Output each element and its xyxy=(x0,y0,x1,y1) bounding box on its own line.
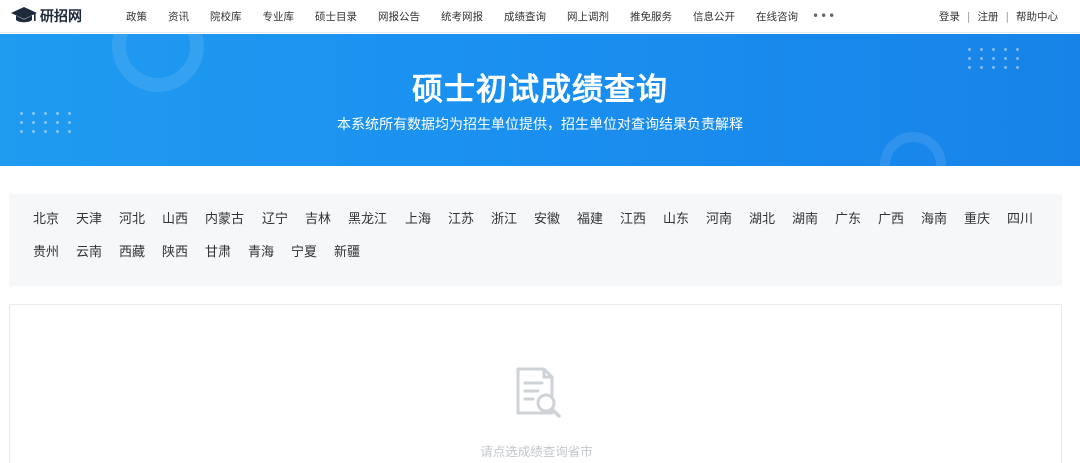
province-qinghai[interactable]: 青海 xyxy=(248,243,276,263)
login-link[interactable]: 登录 xyxy=(939,9,960,24)
page-title: 硕士初试成绩查询 xyxy=(412,72,668,108)
province-zhejiang[interactable]: 浙江 xyxy=(491,210,519,230)
province-guangxi[interactable]: 广西 xyxy=(878,210,906,230)
nav-item-recommendation[interactable]: 推免服务 xyxy=(630,9,672,24)
nav-item-schools[interactable]: 院校库 xyxy=(210,9,242,24)
hero-banner: 硕士初试成绩查询 本系统所有数据均为招生单位提供，招生单位对查询结果负责解释 xyxy=(0,34,1080,166)
page-subtitle: 本系统所有数据均为招生单位提供，招生单位对查询结果负责解释 xyxy=(337,117,743,133)
province-shandong[interactable]: 山东 xyxy=(663,210,691,230)
result-panel: 请点选成绩查询省市 xyxy=(9,304,1062,463)
province-sichuan[interactable]: 四川 xyxy=(1007,210,1035,230)
site-logo[interactable]: 研招网 xyxy=(10,0,110,33)
province-xinjiang[interactable]: 新疆 xyxy=(334,243,362,263)
graduation-cap-icon xyxy=(11,7,37,23)
province-henan[interactable]: 河南 xyxy=(706,210,734,230)
separator: | xyxy=(1005,10,1009,23)
main-nav: 政策 资讯 院校库 专业库 硕士目录 网报公告 统考网报 成绩查询 网上调剂 推… xyxy=(118,0,836,33)
province-liaoning[interactable]: 辽宁 xyxy=(262,210,290,230)
province-shanghai[interactable]: 上海 xyxy=(405,210,433,230)
user-links: 登录 | 注册 | 帮助中心 xyxy=(939,0,1058,33)
more-menu-icon[interactable]: ••• xyxy=(812,9,836,23)
province-tianjin[interactable]: 天津 xyxy=(76,210,104,230)
nav-item-policy[interactable]: 政策 xyxy=(126,9,147,24)
province-jiangxi[interactable]: 江西 xyxy=(620,210,648,230)
nav-item-online-consult[interactable]: 在线咨询 xyxy=(756,9,798,24)
help-center-link[interactable]: 帮助中心 xyxy=(1016,9,1058,24)
province-selector: 北京 天津 河北 山西 内蒙古 辽宁 吉林 黑龙江 上海 江苏 浙江 安徽 福建… xyxy=(9,194,1062,286)
nav-item-score-query[interactable]: 成绩查询 xyxy=(504,9,546,24)
nav-item-master-catalog[interactable]: 硕士目录 xyxy=(315,9,357,24)
empty-state-message: 请点选成绩查询省市 xyxy=(480,444,593,459)
province-neimenggu[interactable]: 内蒙古 xyxy=(205,210,247,230)
province-gansu[interactable]: 甘肃 xyxy=(205,243,233,263)
province-fujian[interactable]: 福建 xyxy=(577,210,605,230)
nav-item-registration-notice[interactable]: 网报公告 xyxy=(378,9,420,24)
province-beijing[interactable]: 北京 xyxy=(33,210,61,230)
province-xizang[interactable]: 西藏 xyxy=(119,243,147,263)
top-nav-bar: 研招网 政策 资讯 院校库 专业库 硕士目录 网报公告 统考网报 成绩查询 网上… xyxy=(0,0,1080,33)
nav-item-info-disclosure[interactable]: 信息公开 xyxy=(693,9,735,24)
province-shaanxi[interactable]: 陕西 xyxy=(162,243,190,263)
province-shanxi[interactable]: 山西 xyxy=(162,210,190,230)
nav-item-majors[interactable]: 专业库 xyxy=(263,9,295,24)
province-hunan[interactable]: 湖南 xyxy=(792,210,820,230)
nav-item-news[interactable]: 资讯 xyxy=(168,9,189,24)
province-jilin[interactable]: 吉林 xyxy=(305,210,333,230)
province-list: 北京 天津 河北 山西 内蒙古 辽宁 吉林 黑龙江 上海 江苏 浙江 安徽 福建… xyxy=(33,210,1053,263)
province-hebei[interactable]: 河北 xyxy=(119,210,147,230)
logo-text: 研招网 xyxy=(40,9,82,25)
document-search-icon xyxy=(516,367,561,418)
province-guangdong[interactable]: 广东 xyxy=(835,210,863,230)
province-yunnan[interactable]: 云南 xyxy=(76,243,104,263)
register-link[interactable]: 注册 xyxy=(977,9,998,24)
province-heilongjiang[interactable]: 黑龙江 xyxy=(348,210,390,230)
province-hainan[interactable]: 海南 xyxy=(921,210,949,230)
province-guizhou[interactable]: 贵州 xyxy=(33,243,61,263)
province-chongqing[interactable]: 重庆 xyxy=(964,210,992,230)
separator: | xyxy=(966,10,971,23)
province-hubei[interactable]: 湖北 xyxy=(749,210,777,230)
nav-item-online-adjustment[interactable]: 网上调剂 xyxy=(567,9,609,24)
province-ningxia[interactable]: 宁夏 xyxy=(291,243,319,263)
province-anhui[interactable]: 安徽 xyxy=(534,210,562,230)
decorative-ring xyxy=(880,132,946,166)
province-jiangsu[interactable]: 江苏 xyxy=(448,210,476,230)
nav-item-exam-registration[interactable]: 统考网报 xyxy=(441,9,483,24)
